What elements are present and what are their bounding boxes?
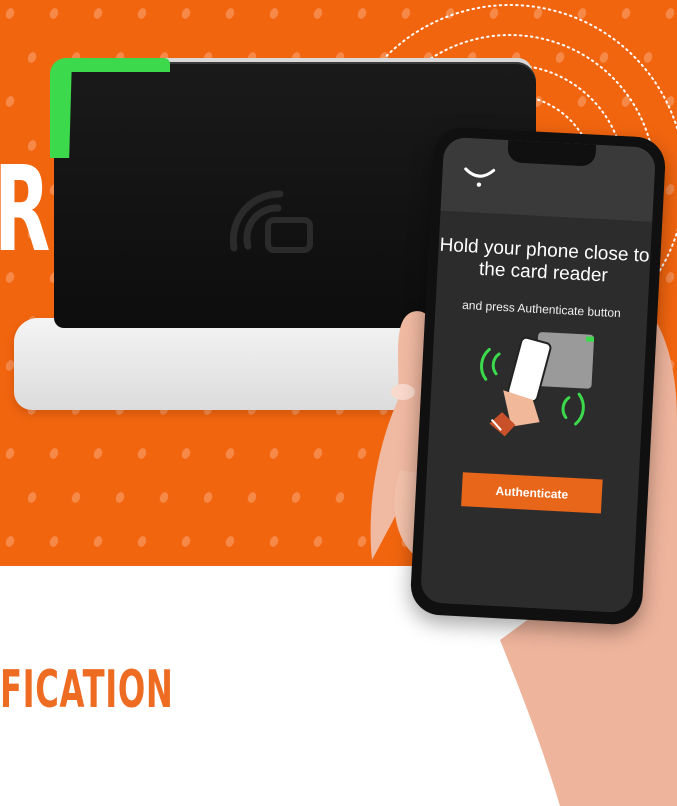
phone-notch xyxy=(507,140,597,167)
chevron-down-icon[interactable] xyxy=(462,164,497,190)
phone-screen: Hold your phone close to the card reader… xyxy=(420,136,657,614)
smartphone: Hold your phone close to the card reader… xyxy=(409,126,667,626)
instruction-subtitle: and press Authenticate button xyxy=(461,297,622,321)
authenticate-button[interactable]: Authenticate xyxy=(461,472,603,514)
instruction-title: Hold your phone close to the card reader xyxy=(439,234,651,287)
hand-phone-nfc-icon xyxy=(480,332,595,437)
